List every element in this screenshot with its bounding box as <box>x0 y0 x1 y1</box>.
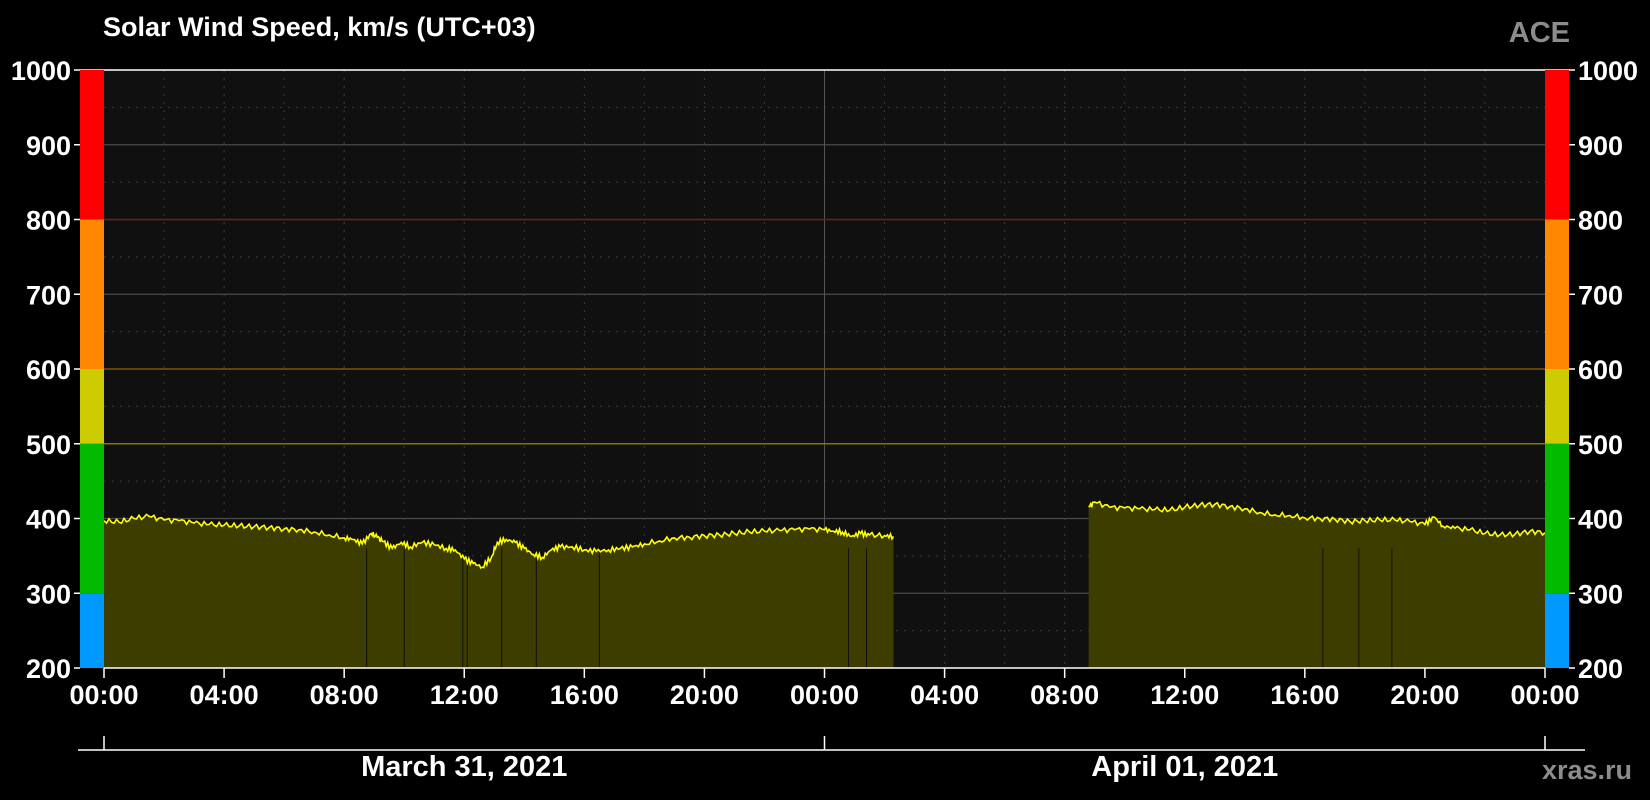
scale-band-left <box>80 593 104 668</box>
x-tick-label: 00:00 <box>69 680 138 710</box>
y-tick-label-right: 600 <box>1578 355 1623 385</box>
x-tick-label: 16:00 <box>550 680 619 710</box>
x-tick-label: 08:00 <box>1030 680 1099 710</box>
y-tick-label-left: 200 <box>26 654 71 684</box>
y-tick-label-right: 1000 <box>1578 56 1638 86</box>
y-tick-label-left: 400 <box>26 505 71 535</box>
x-tick-label: 20:00 <box>670 680 739 710</box>
scale-band-right <box>1545 70 1569 220</box>
x-tick-label: 04:00 <box>190 680 259 710</box>
y-tick-label-right: 500 <box>1578 430 1623 460</box>
y-tick-label-right: 200 <box>1578 654 1623 684</box>
y-tick-label-left: 300 <box>26 579 71 609</box>
solar-wind-chart: 200 200 300 300 400 400 500 500 600 600 700 700 800 8… <box>11 56 1638 751</box>
y-tick-label-right: 700 <box>1578 280 1623 310</box>
date-label-april-01: April 01, 2021 <box>1091 751 1279 783</box>
x-tick-label: 12:00 <box>430 680 499 710</box>
chart-title: Solar Wind Speed, km/s (UTC+03) <box>103 12 536 42</box>
scale-band-right <box>1545 369 1569 444</box>
y-tick-label-left: 800 <box>26 206 71 236</box>
scale-band-right <box>1545 443 1569 594</box>
y-tick-label-left: 500 <box>26 430 71 460</box>
scale-band-left <box>80 70 104 220</box>
y-tick-label-right: 400 <box>1578 505 1623 535</box>
scale-band-left <box>80 219 104 369</box>
y-tick-label-right: 800 <box>1578 206 1623 236</box>
x-tick-label: 20:00 <box>1390 680 1459 710</box>
scale-band-right <box>1545 593 1569 668</box>
y-tick-label-left: 600 <box>26 355 71 385</box>
x-tick-label: 12:00 <box>1150 680 1219 710</box>
scale-band-right <box>1545 219 1569 369</box>
date-label-march-31: March 31, 2021 <box>361 751 568 783</box>
scale-band-left <box>80 443 104 594</box>
x-tick-label: 00:00 <box>1510 680 1579 710</box>
y-tick-label-right: 900 <box>1578 131 1623 161</box>
scale-band-left <box>80 369 104 444</box>
y-tick-label-left: 700 <box>26 280 71 310</box>
watermark: xras.ru <box>1541 755 1632 785</box>
y-tick-label-left: 1000 <box>11 56 71 86</box>
x-tick-label: 04:00 <box>910 680 979 710</box>
x-tick-label: 16:00 <box>1270 680 1339 710</box>
y-tick-label-right: 300 <box>1578 579 1623 609</box>
source-label: ACE <box>1508 17 1570 49</box>
y-tick-label-left: 900 <box>26 131 71 161</box>
x-tick-label: 08:00 <box>310 680 379 710</box>
x-tick-label: 00:00 <box>790 680 859 710</box>
